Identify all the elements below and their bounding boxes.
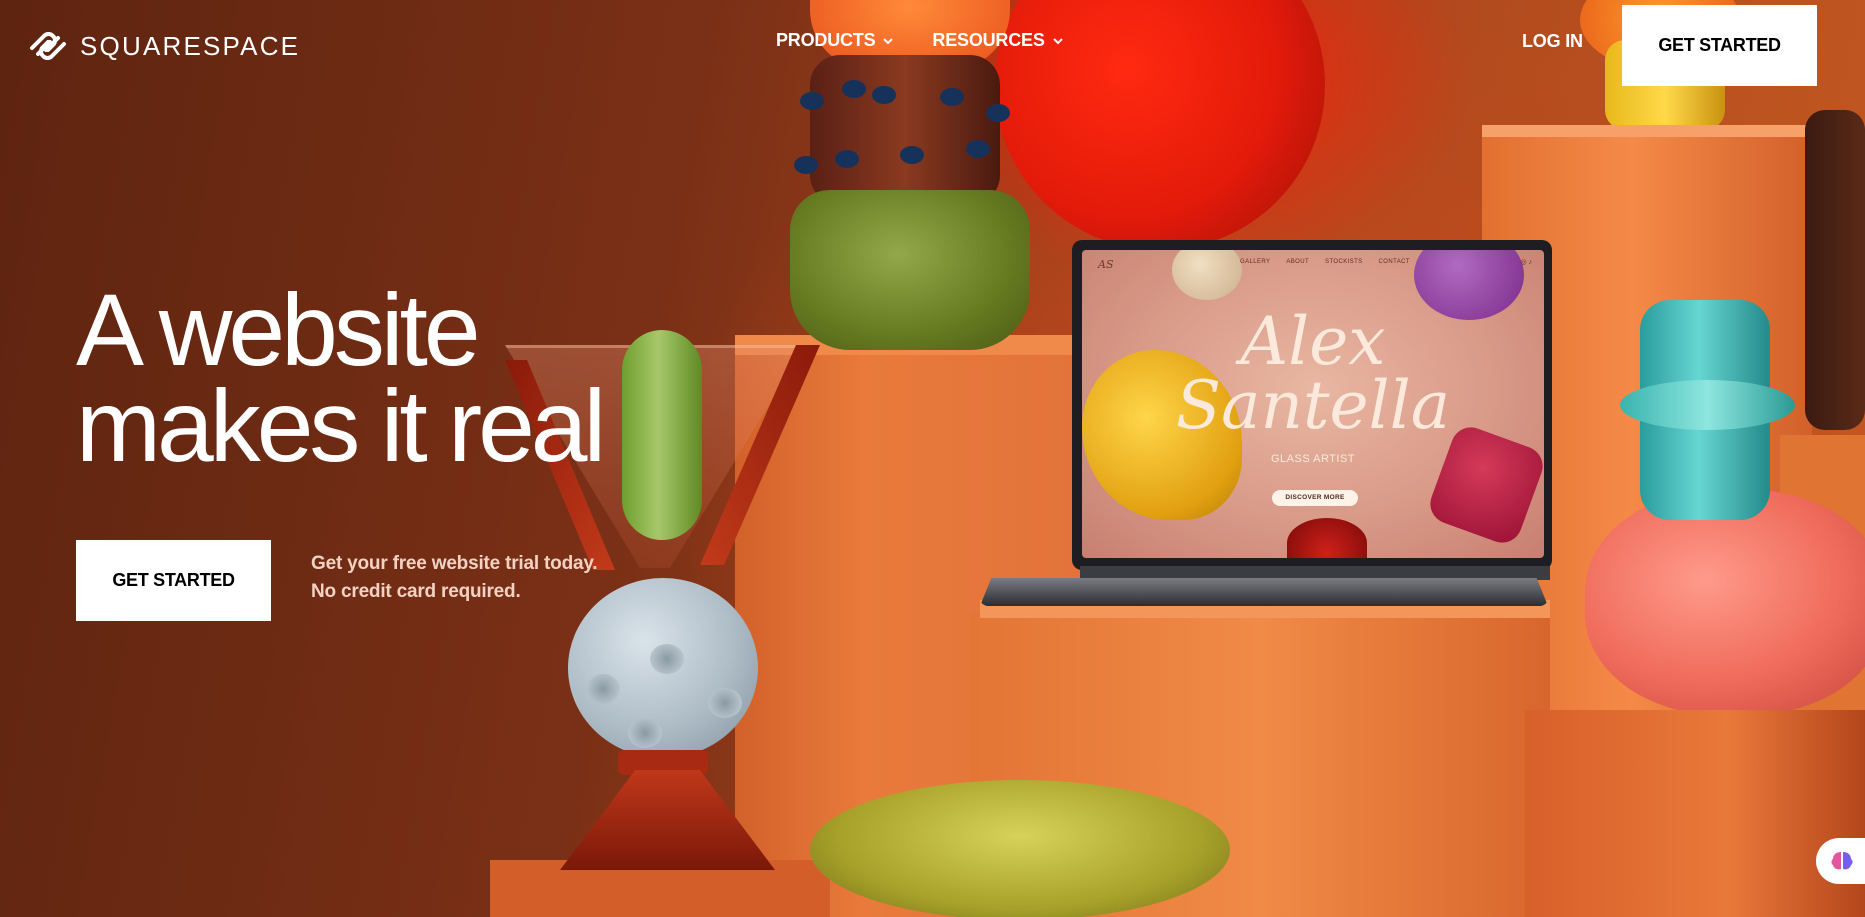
assistant-widget-button[interactable] — [1816, 838, 1865, 884]
preview-name-line1: Alex — [1240, 303, 1386, 380]
assistant-brain-icon — [1831, 852, 1853, 870]
hero-trial-note: Get your free website trial today. No cr… — [311, 550, 598, 606]
pedestal-bottom-right — [1525, 710, 1865, 917]
get-started-hero-button[interactable]: GET STARTED — [76, 540, 271, 621]
preview-artist-name: Alex Santella — [1082, 303, 1544, 444]
blue-spike — [800, 92, 824, 110]
glass-dimple — [628, 718, 662, 748]
preview-social-icons: ◎ ♪ — [1520, 258, 1532, 266]
preview-subtitle: GLASS ARTIST — [1270, 453, 1356, 465]
preview-nav-stockists: STOCKISTS — [1325, 259, 1363, 265]
preview-discover-button: DISCOVER MORE — [1272, 490, 1358, 506]
nav-products-label: PRODUCTS — [776, 30, 876, 50]
laptop-hinge — [1080, 566, 1550, 580]
hero-note-line1: Get your free website trial today. — [311, 553, 598, 574]
dark-spiky-glass — [1805, 110, 1865, 430]
blue-spike — [900, 146, 924, 164]
blue-spike — [986, 104, 1010, 122]
hero-headline: A website makes it real — [76, 273, 606, 483]
preview-nav-gallery: GALLERY — [1240, 259, 1271, 265]
get-started-header-button[interactable]: GET STARTED — [1622, 5, 1817, 86]
hero-note-line2: No credit card required. — [311, 581, 521, 602]
squarespace-logo-icon — [30, 32, 66, 60]
glass-dimple — [586, 674, 620, 704]
site-header: SQUARESPACE PRODUCTS RESOURCES LOG IN GE… — [0, 0, 1865, 88]
nav-resources[interactable]: RESOURCES — [932, 30, 1063, 51]
blue-spike — [794, 156, 818, 174]
green-glass-vase — [790, 190, 1030, 350]
laptop-base — [980, 578, 1548, 606]
login-link[interactable]: LOG IN — [1522, 31, 1583, 52]
brand-logo-link[interactable]: SQUARESPACE — [26, 26, 300, 66]
brand-name: SQUARESPACE — [80, 30, 301, 61]
blue-spike — [940, 88, 964, 106]
blue-spike — [835, 150, 859, 168]
preview-name-line2: Santella — [1175, 367, 1451, 444]
blue-spike — [872, 86, 896, 104]
chevron-down-icon — [1052, 37, 1063, 44]
glass-dimple — [708, 688, 742, 718]
glass-dimple — [650, 644, 684, 674]
instagram-icon: ◎ — [1520, 259, 1527, 266]
yellow-glass-plate — [810, 780, 1230, 917]
chevron-down-icon — [883, 37, 894, 44]
glass-drop-image — [1172, 250, 1242, 300]
tiktok-icon: ♪ — [1528, 259, 1533, 266]
preview-nav-about: ABOUT — [1286, 259, 1310, 265]
pedestal-right-top — [1482, 125, 1812, 137]
nav-products[interactable]: PRODUCTS — [776, 30, 894, 51]
coral-glass-vase — [1585, 490, 1865, 715]
green-glass-pill — [622, 330, 702, 540]
hero-headline-line2: makes it real — [76, 369, 606, 483]
preview-monogram: AS — [1098, 258, 1114, 271]
red-glass-bug-image — [1287, 518, 1367, 558]
nav-resources-label: RESOURCES — [932, 30, 1045, 50]
primary-nav: PRODUCTS RESOURCES — [776, 30, 1064, 51]
hero-headline-line1: A website — [76, 273, 481, 387]
preview-nav-contact: CONTACT — [1378, 259, 1410, 265]
laptop-website-preview: AS GALLERY ABOUT STOCKISTS CONTACT ◎ ♪ A… — [1082, 250, 1544, 558]
blue-spike — [966, 140, 990, 158]
teal-glass-ring — [1620, 380, 1795, 430]
preview-nav: GALLERY ABOUT STOCKISTS CONTACT — [1240, 259, 1410, 265]
